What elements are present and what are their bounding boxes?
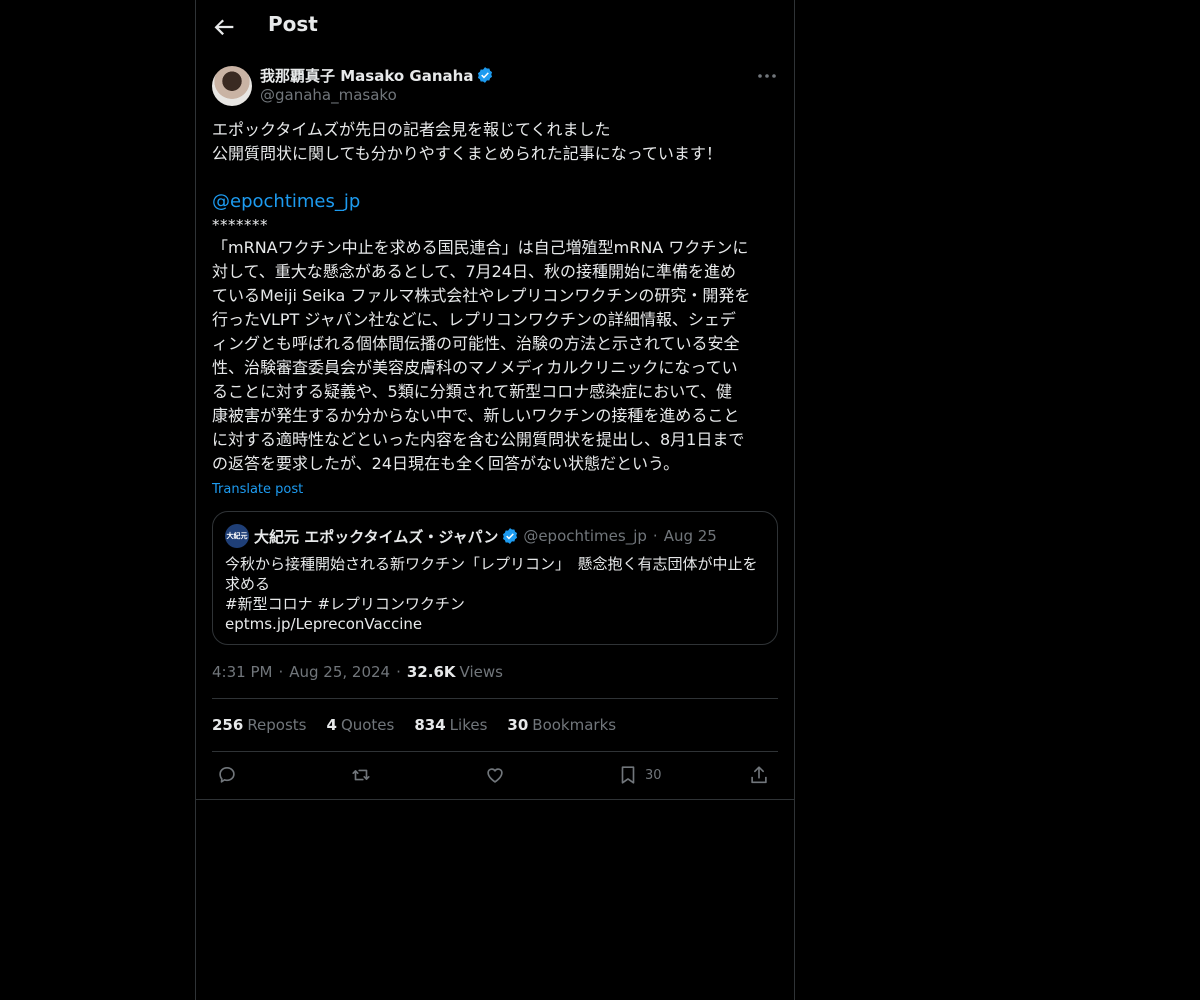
quoted-post-header: 大紀元 大紀元 エポックタイムズ・ジャパン @epochtimes_jp · A… [225,524,717,548]
separator-dot: · [396,663,401,681]
post-text: エポックタイムズが先日の記者会見を報じてくれました 公開質問状に関しても分かりや… [212,118,780,476]
reply-icon [219,767,235,783]
separator-dot: · [278,663,284,681]
post-line: 性、治験審査委員会が美容皮膚科のマノメディカルクリニックになってい [212,358,738,377]
post-blank-line [212,166,780,190]
post-meta: 4:31 PM · Aug 25, 2024 · 32.6K Views [212,662,503,682]
quoted-date[interactable]: Aug 25 [664,527,717,545]
author-handle[interactable]: @ganaha_masako [260,86,397,104]
author-display-name[interactable]: 我那覇真子 Masako Ganaha [260,65,473,86]
reposts-count: 256 [212,716,244,734]
more-options-button[interactable] [756,66,778,86]
post-line: に対する適時性などといった内容を含む公開質問状を提出し、8月1日まで [212,430,745,449]
back-button[interactable] [210,13,238,41]
post-time[interactable]: 4:31 PM [212,663,272,681]
bookmark-count: 30 [645,767,662,783]
share-icon [751,766,767,784]
post-line: ることに対する疑義や、5類に分類されて新型コロナ感染症において、健 [212,382,732,401]
quoted-avatar[interactable]: 大紀元 [225,524,249,548]
action-bar: 30 [212,762,778,788]
post-line: ているMeiji Seika ファルマ株式会社やレプリコンワクチンの研究・開発を [212,286,751,305]
author-name-row: 我那覇真子 Masako Ganaha [260,64,494,86]
likes-label: Likes [449,716,488,734]
views-label: Views [459,663,503,681]
quoted-handle[interactable]: @epochtimes_jp [523,527,647,545]
views-count: 32.6K [406,663,456,681]
arrow-left-icon [214,19,234,36]
post-line: 「mRNAワクチン中止を求める国民連合」は自己増殖型mRNA ワクチンに [212,238,749,257]
quotes-label: Quotes [340,716,395,734]
separator-dot: · [652,527,658,545]
repost-icon [352,769,370,781]
quoted-line: 今秋から接種開始される新ワクチン「レプリコン」 懸念抱く有志団体が中止を [225,555,758,573]
verified-badge-icon [503,528,518,544]
divider [212,698,778,699]
bookmarks-count: 30 [507,716,529,734]
divider [196,799,794,800]
post-line: 公開質問状に関しても分かりやすくまとめられた記事になっています！ [212,144,722,163]
post-line: 康被害が発生するか分からない中で、新しいワクチンの接種を進めること [212,406,740,425]
quoted-display-name[interactable]: 大紀元 エポックタイムズ・ジャパン [254,526,498,547]
post-stats: 256 Reposts 4 Quotes 834 Likes 30 Bookmarks [212,714,636,736]
quoted-link[interactable]: eptms.jp/LepreconVaccine [225,614,770,634]
post-line: 行ったVLPT ジャパン社などに、レプリコンワクチンの詳細情報、シェデ [212,310,736,329]
reposts-label: Reposts [247,716,307,734]
post-separator: ******* [212,216,268,234]
verified-badge-icon [478,67,493,83]
bookmark-button[interactable]: 30 [617,762,662,788]
quoted-line: 求める [225,575,271,593]
like-button[interactable] [484,762,506,788]
quoted-text: 今秋から接種開始される新ワクチン「レプリコン」 懸念抱く有志団体が中止を 求める… [225,554,770,634]
likes-count: 834 [414,716,446,734]
bookmarks-stat[interactable]: 30 Bookmarks [507,716,616,734]
reply-button[interactable] [216,762,238,788]
repost-button[interactable] [350,762,372,788]
post-line: 対して、重大な懸念があるとして、7月24日、秋の接種開始に準備を進め [212,262,736,281]
divider [212,751,778,752]
post-line: エポックタイムズが先日の記者会見を報じてくれました [212,120,611,139]
quotes-count: 4 [326,716,337,734]
mention-link[interactable]: @epochtimes_jp [212,190,780,214]
reposts-stat[interactable]: 256 Reposts [212,716,307,734]
quoted-post[interactable]: 大紀元 大紀元 エポックタイムズ・ジャパン @epochtimes_jp · A… [212,511,778,645]
post-date[interactable]: Aug 25, 2024 [289,663,390,681]
post-header: Post [196,0,794,54]
bookmark-icon [621,766,635,784]
post-column: Post 我那覇真子 Masako Ganaha @ganaha_masako … [195,0,795,1000]
likes-stat[interactable]: 834 Likes [414,716,487,734]
share-button[interactable] [748,762,770,788]
quotes-stat[interactable]: 4 Quotes [327,716,395,734]
avatar[interactable] [212,66,252,106]
quoted-avatar-text: 大紀元 [226,532,248,540]
heart-icon [487,768,503,783]
bookmarks-label: Bookmarks [532,716,617,734]
translate-post-link[interactable]: Translate post [212,482,303,497]
quoted-hashtags[interactable]: #新型コロナ #レプリコンワクチン [225,594,770,614]
post-line: ィングとも呼ばれる個体間伝播の可能性、治験の方法と示されている安全 [212,334,740,353]
post-line: の返答を要求したが、24日現在も全く回答がない状態だという。 [212,454,680,473]
page-title: Post [268,12,318,36]
post-author: 我那覇真子 Masako Ganaha @ganaha_masako [212,64,778,108]
more-horizontal-icon [758,74,776,78]
